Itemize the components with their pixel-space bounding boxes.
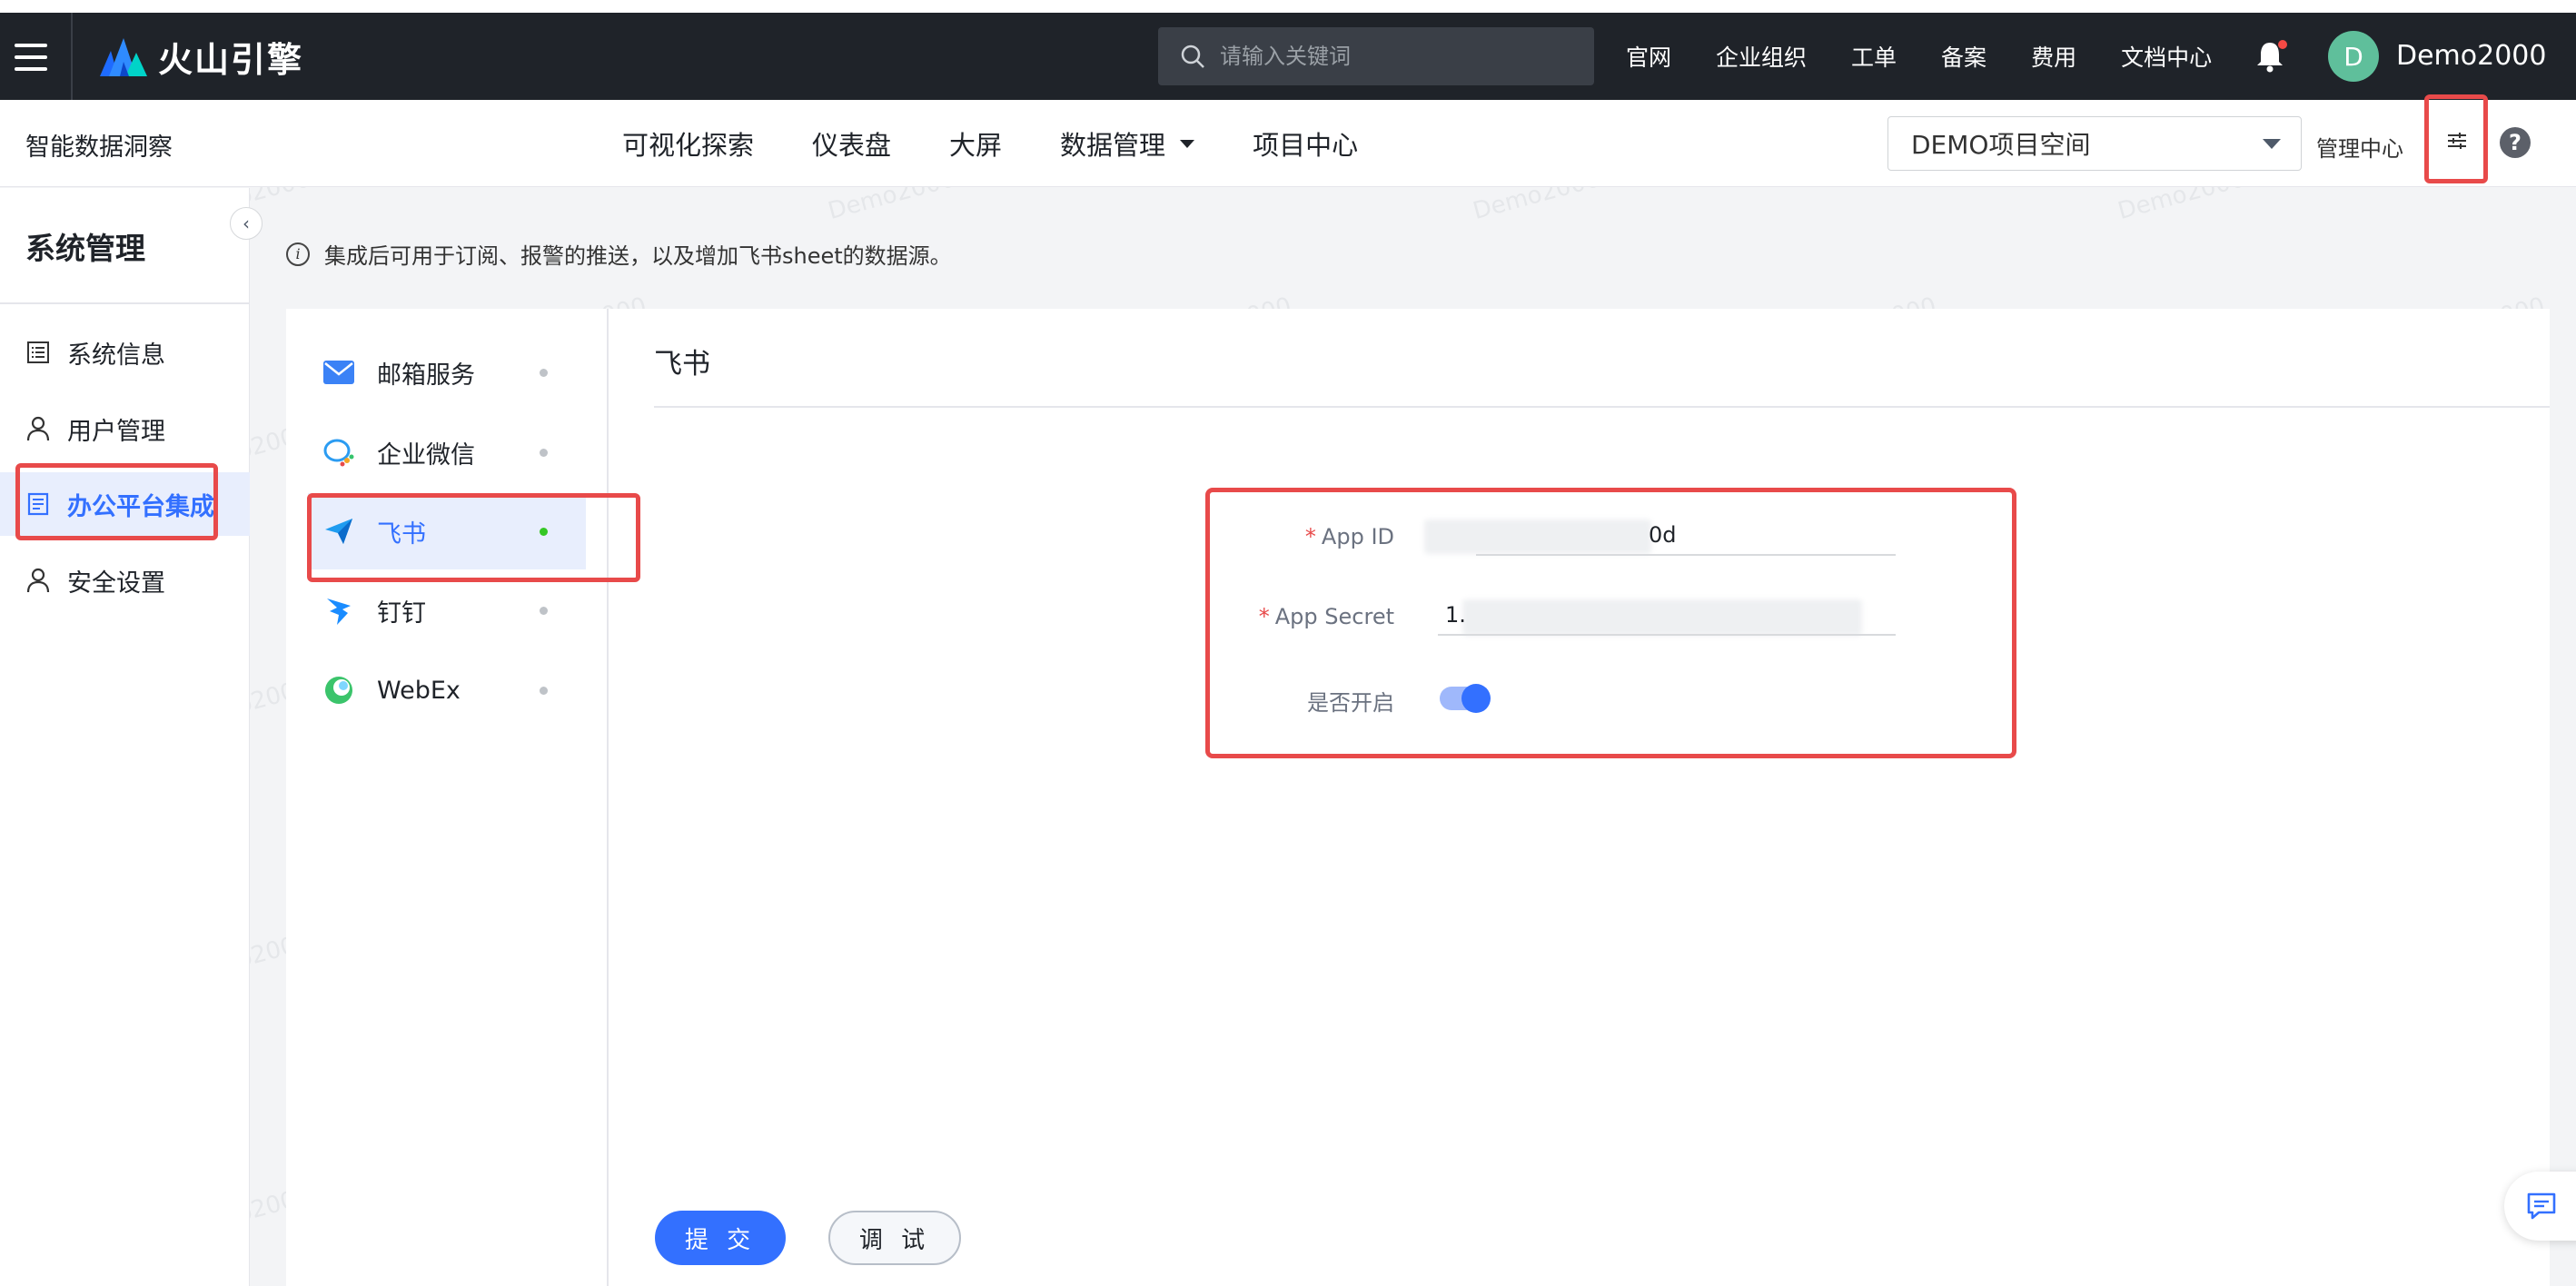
divider [654, 406, 2550, 408]
volcano-logo-icon [100, 38, 147, 76]
main-nav: 可视化探索 仪表盘 大屏 数据管理 项目中心 [622, 100, 1416, 187]
nav-big-screen[interactable]: 大屏 [949, 124, 1002, 163]
sidebar-item-user-management[interactable]: 用户管理 [0, 397, 250, 460]
top-nav-official-site[interactable]: 官网 [1626, 40, 1671, 73]
channel-item-dingtalk[interactable]: 钉钉 [308, 572, 586, 648]
divider [71, 13, 73, 100]
nav-visual-explore[interactable]: 可视化探索 [622, 124, 754, 163]
app-secret-label: * App Secret [1258, 604, 1394, 629]
avatar[interactable]: D [2328, 31, 2379, 82]
list-icon [25, 340, 51, 365]
project-select[interactable]: DEMO项目空间 [1887, 116, 2302, 171]
top-nav: 官网 企业组织 工单 备案 费用 文档中心 [1626, 13, 2256, 100]
chevron-down-icon [2263, 139, 2281, 149]
help-icon[interactable]: ? [2500, 127, 2531, 158]
sidebar-item-label: 安全设置 [67, 569, 165, 598]
top-bar: 火山引擎 官网 企业组织 工单 备案 费用 文档中心 D Demo2000 [0, 0, 2576, 100]
project-select-value: DEMO项目空间 [1911, 130, 2091, 160]
mail-icon [321, 354, 357, 391]
channel-item-mail[interactable]: 邮箱服务 [308, 334, 586, 411]
sliders-icon [2448, 133, 2466, 149]
webex-icon [321, 672, 357, 708]
top-nav-organization[interactable]: 企业组织 [1716, 40, 1807, 73]
sidebar-item-system-info[interactable]: 系统信息 [0, 321, 250, 384]
notification-dot [2278, 40, 2287, 49]
sidebar-item-label: 用户管理 [67, 417, 165, 446]
top-nav-billing[interactable]: 费用 [2031, 40, 2076, 73]
info-text: 集成后可用于订阅、报警的推送，以及增加飞书sheet的数据源。 [324, 243, 952, 269]
search-box[interactable] [1158, 27, 1594, 85]
app-id-label: * App ID [1304, 524, 1394, 549]
sub-header: 智能数据洞察 可视化探索 仪表盘 大屏 数据管理 项目中心 DEMO项目空间 管… [0, 100, 2576, 187]
dingtalk-icon [321, 592, 357, 628]
highlight-box [15, 463, 218, 540]
highlight-box [307, 493, 640, 582]
nav-project-center[interactable]: 项目中心 [1253, 124, 1358, 163]
channel-item-webex[interactable]: WebEx [308, 652, 586, 728]
chevron-down-icon [1180, 139, 1195, 148]
admin-center-link[interactable]: 管理中心 [2316, 131, 2403, 163]
channel-list: 邮箱服务 企业微信 飞书 钉钉 WebEx [286, 309, 609, 1286]
status-dot [540, 607, 548, 615]
debug-button[interactable]: 调 试 [828, 1211, 961, 1265]
settings-button[interactable] [2424, 94, 2488, 183]
enable-label: 是否开启 [1307, 690, 1394, 716]
username[interactable]: Demo2000 [2396, 38, 2546, 74]
channel-label: 企业微信 [377, 440, 475, 470]
collapse-sidebar-button[interactable]: ‹ [230, 207, 263, 240]
nav-data-management[interactable]: 数据管理 [1060, 124, 1195, 163]
app-id-input[interactable] [1476, 516, 1896, 556]
search-icon [1181, 45, 1204, 68]
hamburger-menu-icon[interactable] [15, 44, 47, 71]
toggle-knob [1461, 684, 1491, 713]
channel-label: WebEx [377, 676, 461, 705]
divider [0, 302, 250, 304]
form-title: 飞书 [654, 348, 710, 381]
submit-button[interactable]: 提 交 [655, 1211, 786, 1265]
info-icon: i [286, 242, 310, 266]
sidebar-title: 系统管理 [25, 231, 145, 266]
chat-support-button[interactable] [2504, 1172, 2576, 1241]
enable-toggle[interactable] [1440, 684, 1491, 713]
status-dot [540, 369, 548, 377]
sidebar-item-label: 系统信息 [67, 341, 165, 370]
wecom-icon [321, 434, 357, 470]
sidebar-item-security[interactable]: 安全设置 [0, 549, 250, 612]
search-input[interactable] [1220, 44, 1565, 69]
notification-bell-icon[interactable] [2254, 40, 2291, 76]
brand-logo[interactable]: 火山引擎 [98, 33, 303, 80]
channel-label: 钉钉 [377, 598, 426, 628]
integration-panel: 邮箱服务 企业微信 飞书 钉钉 WebEx [286, 309, 2550, 1286]
channel-label: 邮箱服务 [377, 361, 475, 390]
top-nav-docs[interactable]: 文档中心 [2121, 40, 2212, 73]
status-dot [540, 687, 548, 695]
status-dot [540, 449, 548, 457]
app-name[interactable]: 智能数据洞察 [25, 127, 173, 163]
required-mark: * [1304, 524, 1316, 549]
required-mark: * [1258, 604, 1270, 629]
nav-dashboard[interactable]: 仪表盘 [812, 124, 891, 163]
user-icon [25, 568, 51, 593]
info-message: i 集成后可用于订阅、报警的推送，以及增加飞书sheet的数据源。 [286, 238, 952, 270]
sidebar: 系统管理 系统信息 用户管理 办公平台集成 安全设置 [0, 188, 250, 1286]
top-nav-filing[interactable]: 备案 [1941, 40, 1986, 73]
chat-icon [2527, 1192, 2556, 1220]
app-secret-input[interactable] [1438, 596, 1896, 636]
top-nav-ticket[interactable]: 工单 [1851, 40, 1897, 73]
user-icon [25, 416, 51, 441]
brand-name: 火山引擎 [158, 39, 304, 80]
channel-item-wecom[interactable]: 企业微信 [308, 414, 586, 490]
